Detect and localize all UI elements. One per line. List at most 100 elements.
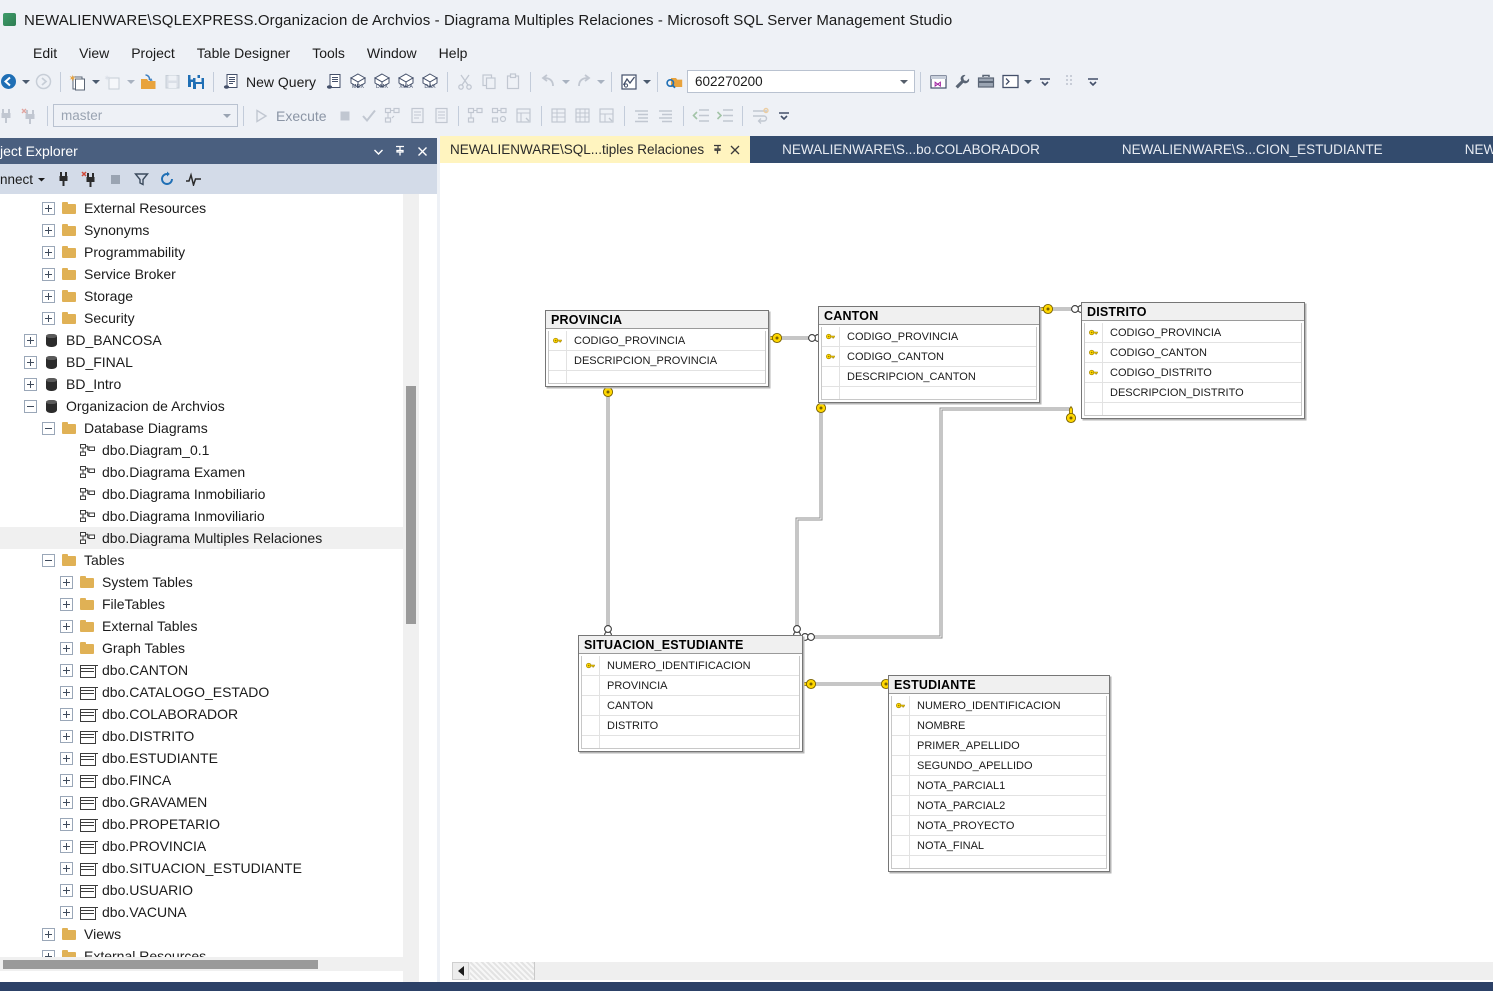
document-tab-0[interactable]: NEWALIENWARE\SQL...tiples Relaciones <box>440 136 751 163</box>
diagram-table-distrito[interactable]: DISTRITO CODIGO_PROVINCIA CODIGO_CANTON COD… <box>1081 302 1305 419</box>
expand-icon[interactable] <box>60 773 73 787</box>
find-object-icon[interactable] <box>663 70 687 94</box>
new-dmx-query-button[interactable]: DMX <box>370 70 394 94</box>
tree-node-filetables[interactable]: FileTables <box>0 593 419 615</box>
results-to-text-button[interactable] <box>429 104 453 128</box>
toolbar-overflow-button-2[interactable] <box>1081 70 1105 94</box>
expand-icon[interactable] <box>60 619 73 633</box>
object-explorer-vertical-scrollbar[interactable] <box>403 194 419 991</box>
expand-icon[interactable] <box>24 355 37 369</box>
search-dropdown-caret[interactable] <box>900 79 909 84</box>
expand-icon[interactable] <box>60 729 73 743</box>
undo-button[interactable] <box>536 70 560 94</box>
command-prompt-caret[interactable] <box>1022 70 1033 94</box>
redo-button[interactable] <box>571 70 595 94</box>
canvas-horizontal-scrollbar[interactable] <box>440 960 1493 982</box>
increase-indent-button[interactable] <box>713 104 737 128</box>
include-live-stats-button[interactable] <box>488 104 512 128</box>
diagram-table-row[interactable]: CANTON <box>582 696 799 716</box>
tab-close-icon[interactable] <box>730 145 740 155</box>
results-to-file-button[interactable] <box>512 104 536 128</box>
activity-monitor-icon[interactable] <box>180 167 206 191</box>
menu-help[interactable]: Help <box>428 43 479 63</box>
expand-icon[interactable] <box>60 575 73 589</box>
stop-button[interactable] <box>333 104 357 128</box>
relationship-distrito-situacion[interactable] <box>803 407 1073 639</box>
expand-icon[interactable] <box>60 707 73 721</box>
canvas-scroll-thumb[interactable] <box>470 962 535 980</box>
connect-object-explorer-icon[interactable] <box>50 167 76 191</box>
expand-icon[interactable] <box>60 795 73 809</box>
execute-label[interactable]: Execute <box>273 108 333 124</box>
connect-dropdown-button[interactable]: nnect <box>0 172 50 187</box>
diagram-table-header[interactable]: CANTON <box>819 307 1039 325</box>
tree-node-organizacion-de-archvios[interactable]: Organizacion de Archvios <box>0 395 419 417</box>
database-combo[interactable]: master <box>53 104 238 127</box>
diagram-table-row[interactable]: PROVINCIA <box>582 676 799 696</box>
tree-node-dbo-provincia[interactable]: dbo.PROVINCIA <box>0 835 419 857</box>
tab-pin-icon[interactable] <box>712 144 723 155</box>
diagram-table-canton[interactable]: CANTON CODIGO_PROVINCIA CODIGO_CANTON DESCR… <box>818 306 1040 403</box>
diagram-table-row[interactable]: DESCRIPCION_DISTRITO <box>1085 383 1301 403</box>
show-diagram-pane-caret[interactable] <box>641 70 652 94</box>
object-explorer-horizontal-scrollbar[interactable] <box>0 957 419 971</box>
toolbar-overflow-button[interactable] <box>1033 70 1057 94</box>
tree-node-dbo-diagrama-examen[interactable]: dbo.Diagrama Examen <box>0 461 419 483</box>
collapse-icon[interactable] <box>24 399 37 413</box>
collapse-icon[interactable] <box>42 421 55 435</box>
menu-project[interactable]: Project <box>120 43 186 63</box>
cut-button[interactable] <box>453 70 477 94</box>
tree-node-synonyms[interactable]: Synonyms <box>0 219 419 241</box>
disconnect-object-explorer-icon[interactable] <box>76 167 102 191</box>
panel-pin-icon[interactable] <box>389 140 411 162</box>
tree-node-bd-final[interactable]: BD_FINAL <box>0 351 419 373</box>
diagram-table-row[interactable]: DISTRITO <box>582 716 799 736</box>
editor-toolbar-overflow-button[interactable] <box>772 104 796 128</box>
expand-icon[interactable] <box>60 597 73 611</box>
tree-node-dbo-finca[interactable]: dbo.FINCA <box>0 769 419 791</box>
diagram-table-situacion_estudiante[interactable]: SITUACION_ESTUDIANTE NUMERO_IDENTIFICACIO… <box>578 635 803 752</box>
new-query-with-connection-button[interactable] <box>322 70 346 94</box>
expand-icon[interactable] <box>60 839 73 853</box>
properties-wrench-button[interactable] <box>950 70 974 94</box>
relationship-canton-situacion[interactable] <box>795 400 823 635</box>
sql-server-object-explorer-button[interactable]: ⋈ <box>926 70 950 94</box>
tree-node-dbo-diagram-0-1[interactable]: dbo.Diagram_0.1 <box>0 439 419 461</box>
tree-node-dbo-diagrama-multiples-relaciones[interactable]: dbo.Diagrama Multiples Relaciones <box>0 527 419 549</box>
new-dax-query-button[interactable]: DAX <box>418 70 442 94</box>
paste-button[interactable] <box>501 70 525 94</box>
tree-node-security[interactable]: Security <box>0 307 419 329</box>
expand-icon[interactable] <box>60 685 73 699</box>
tree-node-database-diagrams[interactable]: Database Diagrams <box>0 417 419 439</box>
tree-node-external-tables[interactable]: External Tables <box>0 615 419 637</box>
command-prompt-button[interactable] <box>998 70 1022 94</box>
show-diagram-pane-button[interactable] <box>617 70 641 94</box>
menu-window[interactable]: Window <box>356 43 428 63</box>
menu-table-designer[interactable]: Table Designer <box>186 43 301 63</box>
navigate-back-button[interactable] <box>0 70 20 94</box>
menu-view[interactable]: View <box>68 43 120 63</box>
disconnect-button[interactable] <box>18 104 42 128</box>
diagram-table-row[interactable]: NOMBRE <box>892 716 1106 736</box>
tree-node-external-resources[interactable]: External Resources <box>0 197 419 219</box>
document-tab-1[interactable]: NEWALIENWARE\S...bo.COLABORADOR <box>772 136 1050 163</box>
expand-icon[interactable] <box>42 927 55 941</box>
copy-button[interactable] <box>477 70 501 94</box>
tree-node-dbo-estudiante[interactable]: dbo.ESTUDIANTE <box>0 747 419 769</box>
new-mdx-query-button[interactable]: MDX <box>346 70 370 94</box>
navigate-back-caret[interactable] <box>20 70 31 94</box>
decrease-indent-button[interactable] <box>689 104 713 128</box>
diagram-table-row[interactable]: CODIGO_PROVINCIA <box>822 327 1036 347</box>
diagram-table-row[interactable]: NOTA_PARCIAL1 <box>892 776 1106 796</box>
display-estimated-plan-button[interactable] <box>381 104 405 128</box>
save-button[interactable] <box>160 70 184 94</box>
new-item-caret[interactable] <box>125 70 136 94</box>
tree-node-dbo-diagrama-inmobiliario[interactable]: dbo.Diagrama Inmobiliario <box>0 483 419 505</box>
query-options-button[interactable] <box>405 104 429 128</box>
expand-icon[interactable] <box>60 663 73 677</box>
tree-node-dbo-canton[interactable]: dbo.CANTON <box>0 659 419 681</box>
expand-icon[interactable] <box>60 861 73 875</box>
tree-node-dbo-gravamen[interactable]: dbo.GRAVAMEN <box>0 791 419 813</box>
tree-node-programmability[interactable]: Programmability <box>0 241 419 263</box>
diagram-table-header[interactable]: DISTRITO <box>1082 303 1304 321</box>
